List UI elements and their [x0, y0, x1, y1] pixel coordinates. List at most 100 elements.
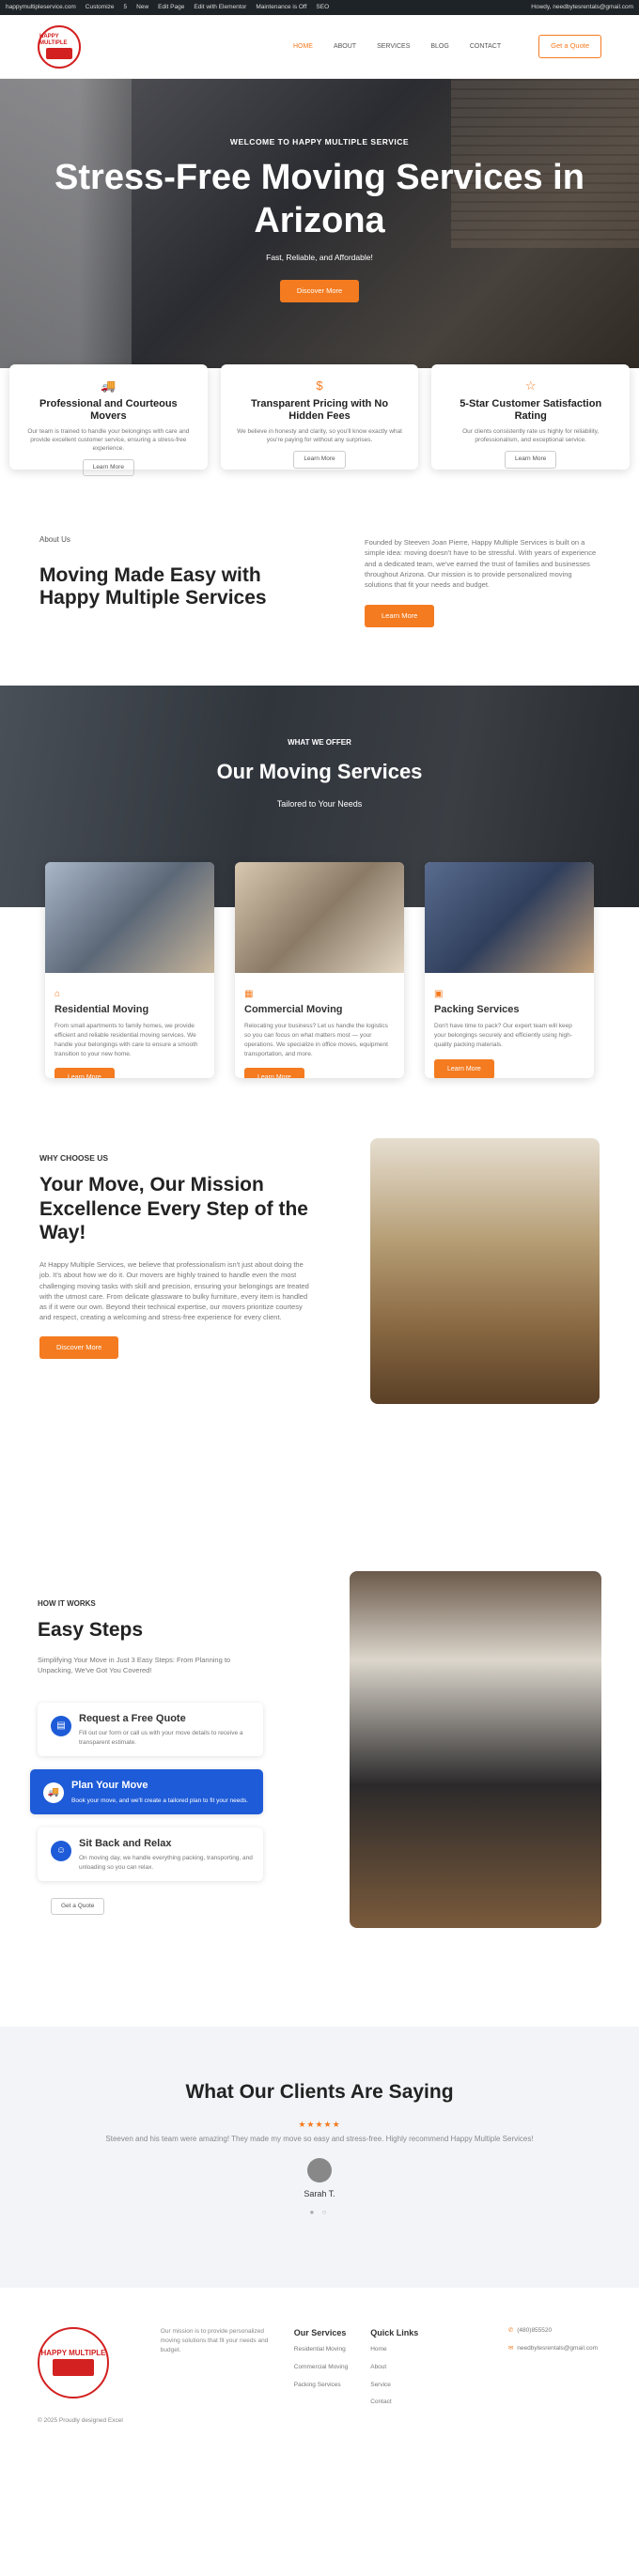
- truck-icon: 🚚: [101, 378, 117, 393]
- step-text: On moving day, we handle everything pack…: [79, 1855, 253, 1871]
- feature-title: 5-Star Customer Satisfaction Rating: [460, 398, 602, 423]
- why-title: Your Move, Our Mission Excellence Every …: [39, 1174, 308, 1243]
- hero-title: Stress-Free Moving Services in Arizona: [55, 158, 584, 241]
- learn-more-button[interactable]: Learn More: [55, 1068, 115, 1078]
- testimonials-section: What Our Clients Are Saying ★★★★★ Steeve…: [0, 2027, 639, 2288]
- site-link[interactable]: happymultipleservice.com: [6, 4, 76, 12]
- service-title: Packing Services: [434, 1003, 520, 1015]
- truck-icon: 🚚: [43, 1782, 64, 1803]
- footer-link[interactable]: Contact: [370, 2399, 418, 2407]
- about-section: About Us Moving Made Easy with Happy Mul…: [0, 470, 639, 686]
- step-card[interactable]: ☺ Sit Back and Relax On moving day, we h…: [38, 1827, 263, 1881]
- how-intro: Simplifying Your Move in Just 3 Easy Ste…: [38, 1656, 231, 1675]
- step-title: Plan Your Move: [71, 1779, 148, 1791]
- feature-title: Professional and Courteous Movers: [39, 398, 178, 423]
- learn-more-button[interactable]: Learn More: [293, 450, 346, 469]
- updates-count[interactable]: 5: [124, 4, 128, 12]
- service-title: Residential Moving: [55, 1003, 149, 1015]
- nav-services[interactable]: SERVICES: [377, 42, 410, 51]
- discover-more-button[interactable]: Discover More: [39, 1335, 119, 1359]
- service-title: Commercial Moving: [244, 1003, 343, 1015]
- service-image: [425, 862, 594, 973]
- footer-link[interactable]: About: [370, 2364, 418, 2372]
- footer-mission: Our mission is to provide personalized m…: [160, 2328, 269, 2353]
- feature-text: We believe in honesty and clarity, so yo…: [237, 428, 402, 444]
- footer-link[interactable]: Commercial Moving: [294, 2364, 348, 2372]
- hero-section: WELCOME TO HAPPY MULTIPLE SERVICE Stress…: [0, 79, 639, 368]
- learn-more-button[interactable]: Learn More: [365, 605, 435, 628]
- why-choose-us-section: WHY CHOOSE US Your Move, Our Mission Exc…: [0, 1078, 639, 1501]
- footer-link[interactable]: Service: [370, 2382, 418, 2390]
- new-link[interactable]: New: [136, 4, 148, 12]
- step-text: Book your move, and we'll create a tailo…: [71, 1797, 249, 1804]
- service-image: [45, 862, 214, 973]
- service-card: ▣ Packing Services Don't have time to pa…: [425, 862, 594, 1078]
- person-icon: ☺: [51, 1840, 71, 1861]
- home-icon: ⌂: [55, 989, 61, 999]
- building-icon: ▦: [244, 989, 254, 999]
- footer-logo[interactable]: HAPPY MULTIPLE: [38, 2327, 109, 2399]
- why-text: At Happy Multiple Services, we believe t…: [39, 1260, 309, 1322]
- main-nav: HOME ABOUT SERVICES BLOG CONTACT: [293, 42, 501, 51]
- service-text: Don't have time to pack? Our expert team…: [434, 1023, 572, 1048]
- maintenance-link[interactable]: Maintenance is Off: [256, 4, 306, 12]
- discover-more-button[interactable]: Discover More: [279, 280, 360, 303]
- service-text: Relocating your business? Let us handle …: [244, 1023, 388, 1057]
- learn-more-button[interactable]: Learn More: [505, 450, 557, 469]
- elementor-link[interactable]: Edit with Elementor: [194, 4, 246, 12]
- carousel-dots[interactable]: ● ○: [0, 2208, 639, 2218]
- about-tag: About Us: [39, 535, 70, 544]
- get-quote-button[interactable]: Get a Quote: [538, 35, 601, 58]
- nav-about[interactable]: ABOUT: [334, 42, 356, 51]
- step-card-active[interactable]: 🚚 Plan Your Move Book your move, and we'…: [30, 1768, 263, 1814]
- feature-text: Our clients consistently rate us highly …: [462, 428, 600, 444]
- footer-heading: Our Services: [293, 2328, 347, 2337]
- footer-link[interactable]: Home: [370, 2346, 418, 2354]
- edit-page-link[interactable]: Edit Page: [158, 4, 184, 12]
- footer-quick-links: Quick Links Home About Service Contact: [370, 2327, 418, 2496]
- how-title: Easy Steps: [38, 1618, 144, 1641]
- site-logo[interactable]: HAPPY MULTIPLE: [38, 24, 81, 69]
- user-greeting[interactable]: Howdy, needbytesrentals@gmail.com: [531, 4, 633, 12]
- about-title: Moving Made Easy with Happy Multiple Ser…: [39, 563, 267, 609]
- nav-blog[interactable]: BLOG: [430, 42, 448, 51]
- service-card: ▦ Commercial Moving Relocating your busi…: [235, 862, 404, 1078]
- footer-link[interactable]: Residential Moving: [294, 2346, 348, 2354]
- email-address[interactable]: needbytesrentals@gmail.com: [517, 2345, 598, 2352]
- footer-contact: ✆ (480)855520 ✉ needbytesrentals@gmail.com: [508, 2327, 601, 2496]
- site-footer: HAPPY MULTIPLE © 2025 Proudly designed E…: [0, 2288, 639, 2496]
- phone-number[interactable]: (480)855520: [517, 2327, 552, 2334]
- document-icon: ▤: [51, 1715, 71, 1736]
- nav-home[interactable]: HOME: [293, 42, 313, 51]
- step-card[interactable]: ▤ Request a Free Quote Fill out our form…: [38, 1702, 263, 1756]
- learn-more-button[interactable]: Learn More: [244, 1068, 304, 1078]
- services-title: Our Moving Services: [216, 759, 423, 783]
- copyright: © 2025 Proudly designed Excel: [38, 2417, 123, 2424]
- logo-text: HAPPY MULTIPLE: [39, 33, 68, 46]
- services-subtitle: Tailored to Your Needs: [276, 799, 363, 810]
- service-cards: ⌂ Residential Moving From small apartmen…: [0, 862, 639, 1078]
- footer-link[interactable]: Packing Services: [294, 2382, 348, 2390]
- step-title: Sit Back and Relax: [79, 1837, 172, 1849]
- star-icon: ☆: [524, 378, 537, 393]
- avatar: [307, 2158, 332, 2183]
- seo-link[interactable]: SEO: [316, 4, 329, 12]
- box-icon: ▣: [434, 989, 444, 999]
- mail-icon: ✉: [507, 2344, 514, 2352]
- services-kicker: WHAT WE OFFER: [288, 738, 351, 747]
- how-it-works-section: HOW IT WORKS Easy Steps Simplifying Your…: [0, 1501, 639, 2027]
- nav-contact[interactable]: CONTACT: [470, 42, 501, 51]
- admin-bar: happymultipleservice.com Customize 5 New…: [0, 0, 639, 15]
- customize-link[interactable]: Customize: [86, 4, 115, 12]
- features-row: 🚚 Professional and Courteous Movers Our …: [0, 364, 639, 477]
- learn-more-button[interactable]: Learn More: [82, 458, 134, 477]
- learn-more-button[interactable]: Learn More: [434, 1058, 494, 1078]
- site-header: HAPPY MULTIPLE HOME ABOUT SERVICES BLOG …: [0, 15, 639, 79]
- phone-icon: ✆: [507, 2327, 514, 2334]
- get-quote-button[interactable]: Get a Quote: [51, 1897, 105, 1916]
- step-title: Request a Free Quote: [79, 1712, 186, 1724]
- feature-card: $ Transparent Pricing with No Hidden Fee…: [220, 364, 419, 470]
- testimonial-name: Sarah T.: [304, 2189, 335, 2199]
- truck-icon: [46, 48, 72, 60]
- dollar-icon: $: [316, 378, 323, 393]
